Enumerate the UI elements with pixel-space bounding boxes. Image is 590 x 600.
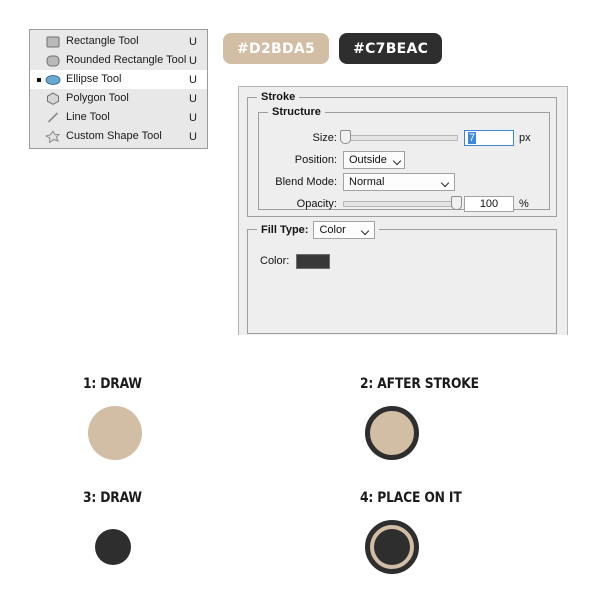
polygon-tool-icon bbox=[43, 90, 63, 107]
step-4: 4: PLACE ON IT bbox=[360, 490, 475, 600]
color-swatch-label: #D2BDA5 bbox=[237, 40, 316, 57]
tool-item-ellipse[interactable]: Ellipse Tool U bbox=[30, 70, 207, 89]
position-select[interactable]: Outside bbox=[343, 151, 405, 169]
blend-mode-select[interactable]: Normal bbox=[343, 173, 455, 191]
stroke-group-title: Stroke bbox=[257, 91, 300, 103]
size-input[interactable]: 7 bbox=[464, 130, 514, 146]
line-tool-icon bbox=[43, 109, 63, 126]
tool-item-shortcut: U bbox=[189, 54, 197, 67]
step-art bbox=[360, 520, 470, 600]
opacity-input[interactable]: 100 bbox=[464, 196, 514, 212]
tool-item-label: Rectangle Tool bbox=[66, 35, 139, 47]
opacity-input-value: 100 bbox=[479, 198, 499, 210]
dark-circle bbox=[95, 529, 131, 565]
stroke-group-box: Stroke Structure Size: 7 px Position: Ou… bbox=[247, 91, 557, 217]
tool-item-shortcut: U bbox=[189, 73, 197, 86]
opacity-label: Opacity: bbox=[296, 198, 337, 210]
tool-item-shortcut: U bbox=[189, 130, 197, 143]
tool-item-label: Line Tool bbox=[66, 111, 110, 123]
opacity-slider-thumb[interactable] bbox=[451, 196, 462, 210]
fill-type-header: Fill Type: Color bbox=[257, 221, 380, 239]
stroke-layer-style-dialog: Stroke Structure Size: 7 px Position: Ou… bbox=[238, 86, 568, 335]
tool-item-shortcut: U bbox=[189, 111, 197, 124]
step-1: 1: DRAW bbox=[83, 376, 193, 486]
position-row: Position: Outside bbox=[259, 151, 541, 169]
size-label: Size: bbox=[312, 132, 337, 144]
opacity-unit: % bbox=[519, 198, 529, 210]
structure-group-box: Structure Size: 7 px Position: Outside B… bbox=[258, 106, 550, 213]
tool-item-label: Rounded Rectangle Tool bbox=[66, 54, 187, 66]
fill-color-chip[interactable] bbox=[296, 253, 331, 269]
size-slider[interactable] bbox=[340, 130, 458, 144]
rectangle-tool-icon bbox=[43, 33, 63, 50]
fill-type-label: Fill Type: bbox=[261, 224, 309, 236]
position-label: Position: bbox=[294, 154, 337, 166]
blend-mode-select-value: Normal bbox=[349, 176, 385, 188]
tool-item-polygon[interactable]: Polygon Tool U bbox=[30, 89, 207, 108]
tan-circle-with-stroke bbox=[365, 406, 419, 460]
color-swatch-label: #C7BEAC bbox=[353, 40, 429, 57]
step-2: 2: AFTER STROKE bbox=[360, 376, 495, 486]
step-art bbox=[83, 520, 193, 600]
step-title: 4: PLACE ON IT bbox=[360, 490, 462, 506]
blend-mode-label: Blend Mode: bbox=[275, 176, 337, 188]
selected-marker bbox=[34, 77, 43, 82]
opacity-row: Opacity: 100 % bbox=[259, 195, 541, 213]
ellipse-tool-icon bbox=[43, 71, 63, 88]
tan-circle bbox=[88, 406, 142, 460]
shape-tool-flyout-panel: Rectangle Tool U Rounded Rectangle Tool … bbox=[29, 29, 208, 149]
step-title: 2: AFTER STROKE bbox=[360, 376, 479, 392]
color-row: Color: bbox=[260, 252, 331, 270]
tool-item-rounded-rectangle[interactable]: Rounded Rectangle Tool U bbox=[30, 51, 207, 70]
tool-item-line[interactable]: Line Tool U bbox=[30, 108, 207, 127]
color-swatch-badge-light: #D2BDA5 bbox=[223, 33, 330, 64]
tool-item-label: Custom Shape Tool bbox=[66, 130, 162, 142]
fill-type-select-value: Color bbox=[319, 224, 346, 236]
blend-mode-row: Blend Mode: Normal bbox=[259, 173, 541, 191]
tool-item-custom-shape[interactable]: Custom Shape Tool U bbox=[30, 127, 207, 146]
fill-type-select[interactable]: Color bbox=[313, 221, 376, 239]
size-slider-thumb[interactable] bbox=[340, 130, 352, 144]
structure-group-title: Structure bbox=[268, 106, 325, 118]
size-input-value: 7 bbox=[468, 132, 477, 144]
color-swatch-row: #D2BDA5 #C7BEAC bbox=[223, 33, 443, 64]
chevron-down-icon bbox=[361, 226, 370, 235]
step-art bbox=[83, 406, 193, 486]
tool-item-shortcut: U bbox=[189, 35, 197, 48]
custom-shape-tool-icon bbox=[43, 128, 63, 145]
chevron-down-icon bbox=[393, 156, 400, 165]
step-art bbox=[360, 406, 470, 486]
tool-item-label: Polygon Tool bbox=[66, 92, 129, 104]
fill-type-group-box: Fill Type: Color Color: bbox=[247, 221, 557, 334]
size-row: Size: 7 px bbox=[259, 129, 541, 147]
opacity-slider[interactable] bbox=[343, 196, 462, 210]
position-select-value: Outside bbox=[349, 154, 387, 166]
tool-item-rectangle[interactable]: Rectangle Tool U bbox=[30, 32, 207, 51]
step-title: 3: DRAW bbox=[83, 490, 142, 506]
chevron-down-icon bbox=[441, 178, 450, 187]
color-swatch-badge-dark: #C7BEAC bbox=[339, 33, 443, 64]
step-3: 3: DRAW bbox=[83, 490, 193, 600]
tool-item-label: Ellipse Tool bbox=[66, 73, 122, 85]
tool-item-shortcut: U bbox=[189, 92, 197, 105]
step-title: 1: DRAW bbox=[83, 376, 142, 392]
rounded-rectangle-tool-icon bbox=[43, 52, 63, 69]
size-unit: px bbox=[519, 132, 531, 144]
color-label: Color: bbox=[260, 255, 290, 267]
dark-circle-overlay bbox=[374, 529, 410, 565]
